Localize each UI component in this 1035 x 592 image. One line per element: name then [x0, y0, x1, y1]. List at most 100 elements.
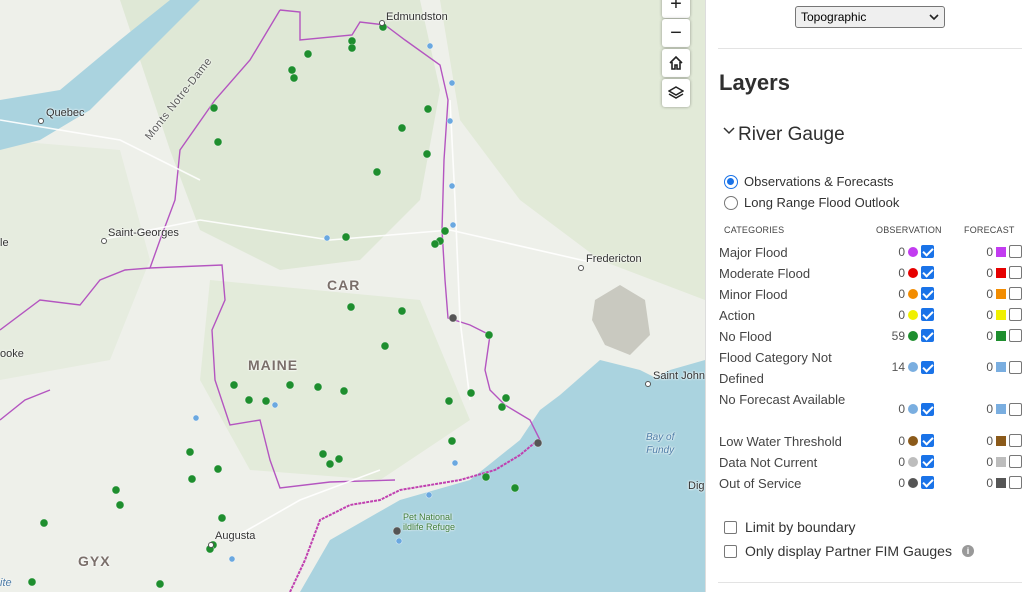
gauge-marker[interactable]: [397, 306, 407, 316]
checkbox[interactable]: [724, 520, 737, 534]
forecast-checkbox[interactable]: [1009, 287, 1022, 300]
forecast-checkbox[interactable]: [1009, 245, 1022, 258]
gauge-marker[interactable]: [209, 103, 219, 113]
gauge-marker[interactable]: [395, 537, 403, 545]
gauge-marker[interactable]: [323, 234, 331, 242]
gauge-marker[interactable]: [430, 239, 440, 249]
radio-long-range-outlook[interactable]: Long Range Flood Outlook: [724, 195, 899, 210]
forecast-checkbox[interactable]: [1009, 402, 1022, 416]
gauge-marker[interactable]: [115, 500, 125, 510]
gauge-marker[interactable]: [325, 459, 335, 469]
gauge-marker[interactable]: [422, 149, 432, 159]
gauge-marker[interactable]: [449, 221, 457, 229]
section-title-river-gauge[interactable]: River Gauge: [738, 124, 845, 146]
option-partner-fim-gauges[interactable]: Only display Partner FIM Gauges i: [724, 543, 974, 559]
radio-button[interactable]: [724, 195, 738, 210]
observation-cell: 0: [881, 476, 934, 490]
info-icon[interactable]: i: [961, 545, 974, 557]
observation-checkbox[interactable]: [921, 245, 934, 258]
gauge-marker[interactable]: [213, 464, 223, 474]
zoom-out-button[interactable]: −: [662, 19, 690, 47]
observation-checkbox[interactable]: [921, 360, 934, 374]
gauge-marker[interactable]: [392, 526, 402, 536]
observation-checkbox[interactable]: [921, 329, 934, 342]
gauge-marker[interactable]: [111, 485, 121, 495]
observation-checkbox[interactable]: [921, 476, 934, 489]
observation-count: 0: [898, 265, 905, 280]
gauge-marker[interactable]: [497, 402, 507, 412]
gauge-marker[interactable]: [39, 518, 49, 528]
gauge-marker[interactable]: [444, 396, 454, 406]
gauge-marker[interactable]: [397, 123, 407, 133]
forecast-checkbox[interactable]: [1009, 308, 1022, 321]
divider: [718, 582, 1022, 583]
forecast-checkbox[interactable]: [1009, 434, 1022, 447]
forecast-checkbox[interactable]: [1009, 476, 1022, 489]
observation-checkbox[interactable]: [921, 402, 934, 416]
gauge-marker[interactable]: [155, 579, 165, 589]
gauge-marker[interactable]: [228, 555, 236, 563]
forecast-checkbox[interactable]: [1009, 329, 1022, 342]
gauge-marker[interactable]: [440, 226, 450, 236]
gauge-marker[interactable]: [318, 449, 328, 459]
gauge-marker[interactable]: [426, 42, 434, 50]
option-limit-by-boundary[interactable]: Limit by boundary: [724, 519, 856, 535]
map-view[interactable]: Edmundston Quebec Saint-Georges Frederic…: [0, 0, 705, 592]
gauge-marker[interactable]: [229, 380, 239, 390]
gauge-marker[interactable]: [192, 414, 200, 422]
gauge-marker[interactable]: [303, 49, 313, 59]
gauge-marker[interactable]: [423, 104, 433, 114]
gauge-marker[interactable]: [466, 388, 476, 398]
gauge-marker[interactable]: [447, 436, 457, 446]
home-button[interactable]: [662, 49, 690, 77]
gauge-marker[interactable]: [347, 43, 357, 53]
gauge-marker[interactable]: [271, 401, 279, 409]
gauge-marker[interactable]: [448, 182, 456, 190]
forecast-checkbox[interactable]: [1009, 455, 1022, 468]
gauge-marker[interactable]: [425, 491, 433, 499]
observation-checkbox[interactable]: [921, 287, 934, 300]
basemap-select[interactable]: Topographic: [795, 6, 945, 28]
gauge-marker[interactable]: [372, 167, 382, 177]
gauge-marker[interactable]: [27, 577, 37, 587]
gauge-marker[interactable]: [285, 380, 295, 390]
gauge-marker[interactable]: [261, 396, 271, 406]
region-label-maine: MAINE: [248, 357, 299, 373]
gauge-marker[interactable]: [289, 73, 299, 83]
observation-checkbox[interactable]: [921, 434, 934, 447]
gauge-marker[interactable]: [451, 459, 459, 467]
place-label-saint-georges: Saint-Georges: [108, 227, 179, 239]
observation-checkbox[interactable]: [921, 266, 934, 279]
gauge-marker[interactable]: [287, 65, 297, 75]
radio-observations-forecasts[interactable]: Observations & Forecasts: [724, 174, 894, 189]
gauge-marker[interactable]: [339, 386, 349, 396]
gauge-marker[interactable]: [244, 395, 254, 405]
gauge-marker[interactable]: [501, 393, 511, 403]
gauge-marker[interactable]: [213, 137, 223, 147]
gauge-marker[interactable]: [346, 302, 356, 312]
gauge-marker[interactable]: [313, 382, 323, 392]
gauge-marker[interactable]: [341, 232, 351, 242]
gauge-marker[interactable]: [533, 438, 543, 448]
layers-button[interactable]: [662, 79, 690, 107]
zoom-in-button[interactable]: +: [662, 0, 690, 18]
gauge-marker[interactable]: [448, 79, 456, 87]
forecast-checkbox[interactable]: [1009, 360, 1022, 374]
observation-checkbox[interactable]: [921, 308, 934, 321]
gauge-marker[interactable]: [217, 513, 227, 523]
observation-checkbox[interactable]: [921, 455, 934, 468]
gauge-marker[interactable]: [334, 454, 344, 464]
gauge-marker[interactable]: [187, 474, 197, 484]
gauge-marker[interactable]: [510, 483, 520, 493]
gauge-marker[interactable]: [448, 313, 458, 323]
chevron-down-icon[interactable]: [723, 125, 735, 137]
observation-cell: 0: [881, 402, 934, 416]
forecast-checkbox[interactable]: [1009, 266, 1022, 279]
gauge-marker[interactable]: [185, 447, 195, 457]
radio-button[interactable]: [724, 174, 738, 189]
gauge-marker[interactable]: [380, 341, 390, 351]
gauge-marker[interactable]: [484, 330, 494, 340]
gauge-marker[interactable]: [446, 117, 454, 125]
gauge-marker[interactable]: [481, 472, 491, 482]
checkbox[interactable]: [724, 544, 737, 558]
